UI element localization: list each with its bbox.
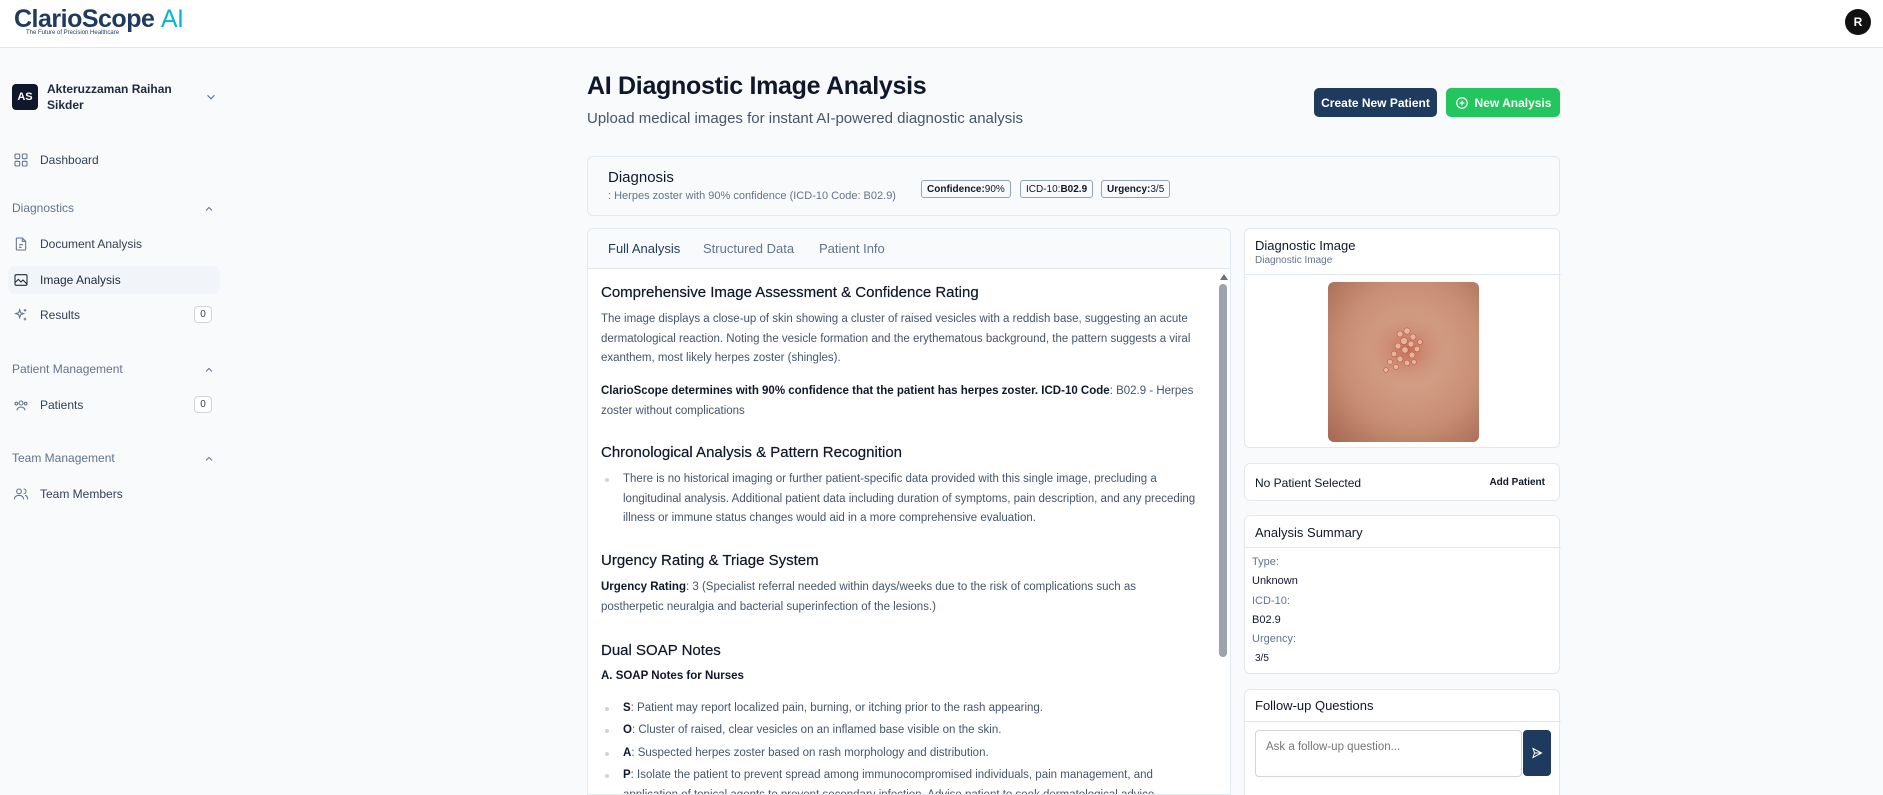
page-subtitle: Upload medical images for instant AI-pow… (587, 110, 1024, 127)
logo[interactable]: ClarioScope AI The Future of Precision H… (14, 5, 194, 39)
user-name: Akteruzzaman Raihan Sikder (47, 82, 172, 112)
list-item: There is no historical imaging or furthe… (601, 470, 1201, 529)
diagnosis-title: Diagnosis (608, 169, 674, 186)
section-header-diagnostics[interactable]: Diagnostics (12, 201, 215, 217)
soap-item: O: Cluster of raised, clear vesicles on … (601, 721, 1201, 741)
diagnostic-skin-image[interactable] (1328, 282, 1479, 442)
image-icon (14, 274, 28, 286)
confidence-paragraph: ClarioScope determines with 90% confiden… (601, 385, 1194, 417)
document-icon (15, 237, 27, 251)
sidebar-item-label: Results (40, 308, 81, 322)
icd10-badge: ICD-10: B02.9 (1020, 180, 1094, 198)
follow-up-input[interactable] (1256, 731, 1521, 776)
analysis-content: Comprehensive Image Assessment & Confide… (601, 269, 1211, 794)
sidebar-item-label: Document Analysis (40, 237, 143, 251)
sidebar-item-label: Team Members (40, 487, 123, 501)
new-analysis-label: New Analysis (1474, 95, 1552, 110)
type-value: Unknown (1252, 575, 1298, 587)
card-title: Follow-up Questions (1255, 698, 1374, 713)
new-analysis-button[interactable]: New Analysis (1446, 88, 1560, 117)
logo-tagline: The Future of Precision Healthcare (26, 30, 120, 36)
plus-circle-icon (1455, 96, 1468, 109)
scrollbar[interactable] (1217, 269, 1228, 794)
card-title: Analysis Summary (1255, 525, 1363, 540)
user-avatar-button[interactable]: R (1845, 9, 1871, 35)
chevron-up-icon (205, 456, 213, 461)
sidebar-item-team-members[interactable]: Team Members (8, 480, 220, 508)
add-patient-button[interactable]: Add Patient (1489, 477, 1545, 488)
soap-item: A: Suspected herpes zoster based on rash… (601, 744, 1201, 764)
send-question-button[interactable] (1523, 730, 1551, 776)
section-header-team-management[interactable]: Team Management (12, 451, 215, 467)
urgency-badge: Urgency: 3/5 (1101, 180, 1171, 198)
tab-patient-info[interactable]: Patient Info (819, 241, 885, 256)
divider (1245, 274, 1561, 275)
sidebar-item-label: Dashboard (40, 153, 99, 167)
urgency-paragraph: Urgency Rating: 3 (Specialist referral n… (601, 581, 1136, 613)
scrollbar-thumb[interactable] (1219, 284, 1227, 657)
divider (1245, 547, 1561, 548)
card-title: Diagnostic Image (1255, 238, 1356, 253)
assessment-paragraph: The image displays a close-up of skin sh… (601, 313, 1191, 364)
create-new-patient-button[interactable]: Create New Patient (1314, 88, 1437, 117)
section-heading: Dual SOAP Notes (601, 642, 721, 659)
urgency-label: Urgency: (1252, 633, 1297, 645)
section-heading: Chronological Analysis & Pattern Recogni… (601, 444, 903, 461)
user-switcher[interactable]: AS Akteruzzaman Raihan Sikder (12, 81, 218, 119)
sidebar-item-dashboard[interactable]: Dashboard (8, 146, 220, 174)
tab-structured-data[interactable]: Structured Data (703, 241, 794, 256)
divider (1245, 721, 1561, 722)
sidebar-item-label: Patients (40, 398, 84, 412)
section-header-patient-management[interactable]: Patient Management (12, 362, 215, 378)
send-icon (1532, 747, 1543, 759)
sidebar-item-results[interactable]: Results 0 (8, 301, 220, 329)
analysis-summary-card: Analysis Summary Type: Unknown ICD-10: B… (1244, 515, 1561, 674)
user-avatar: AS (12, 84, 38, 110)
tab-full-analysis[interactable]: Full Analysis (608, 241, 680, 256)
soap-item: P: Isolate the patient to prevent spread… (601, 766, 1201, 794)
sidebar-item-label: Image Analysis (40, 273, 121, 287)
section-heading: Comprehensive Image Assessment & Confide… (601, 284, 979, 301)
results-count-badge: 0 (194, 306, 212, 323)
section-title: Diagnostics (12, 201, 75, 215)
chevron-down-icon (207, 94, 215, 100)
sidebar-item-image-analysis[interactable]: Image Analysis (8, 266, 220, 294)
sidebar: AS Akteruzzaman Raihan Sikder Dashboard … (0, 48, 232, 795)
soap-subheading: A. SOAP Notes for Nurses (601, 670, 744, 682)
icd10-label: ICD-10: (1252, 595, 1290, 607)
team-icon (13, 488, 29, 500)
urgency-value: 3/5 (1255, 653, 1269, 664)
sidebar-item-document-analysis[interactable]: Document Analysis (8, 230, 220, 258)
page-title: AI Diagnostic Image Analysis (587, 72, 927, 100)
follow-up-question-box[interactable] (1255, 730, 1522, 777)
diagnostic-image-card: Diagnostic Image Diagnostic Image (1244, 228, 1561, 448)
chevron-up-icon (205, 367, 213, 372)
soap-item: S: Patient may report localized pain, bu… (601, 699, 1201, 719)
follow-up-card: Follow-up Questions (1244, 689, 1561, 795)
analysis-tabs: Full Analysis Structured Data Patient In… (588, 229, 1230, 269)
top-bar: ClarioScope AI The Future of Precision H… (0, 0, 1883, 48)
confidence-badge: Confidence: 90% (921, 180, 1011, 198)
diagnosis-text: : Herpes zoster with 90% confidence (ICD… (608, 190, 896, 202)
section-title: Patient Management (12, 362, 123, 376)
no-patient-text: No Patient Selected (1255, 476, 1362, 490)
diagnosis-card: Diagnosis : Herpes zoster with 90% confi… (587, 156, 1560, 216)
chevron-up-icon (205, 206, 213, 211)
scroll-up-arrow-icon[interactable] (1220, 274, 1228, 280)
grid-icon (14, 153, 28, 167)
icd10-value: B02.9 (1252, 614, 1281, 626)
type-label: Type: (1252, 556, 1279, 568)
patient-selection-card: No Patient Selected Add Patient (1244, 463, 1560, 501)
users-icon (14, 400, 28, 411)
section-heading: Urgency Rating & Triage System (601, 552, 819, 569)
analysis-panel: Full Analysis Structured Data Patient In… (587, 228, 1231, 795)
section-title: Team Management (12, 451, 115, 465)
patients-count-badge: 0 (194, 396, 212, 413)
sparkles-icon (13, 307, 27, 321)
card-subtitle: Diagnostic Image (1255, 255, 1333, 266)
sidebar-item-patients[interactable]: Patients 0 (8, 391, 220, 419)
